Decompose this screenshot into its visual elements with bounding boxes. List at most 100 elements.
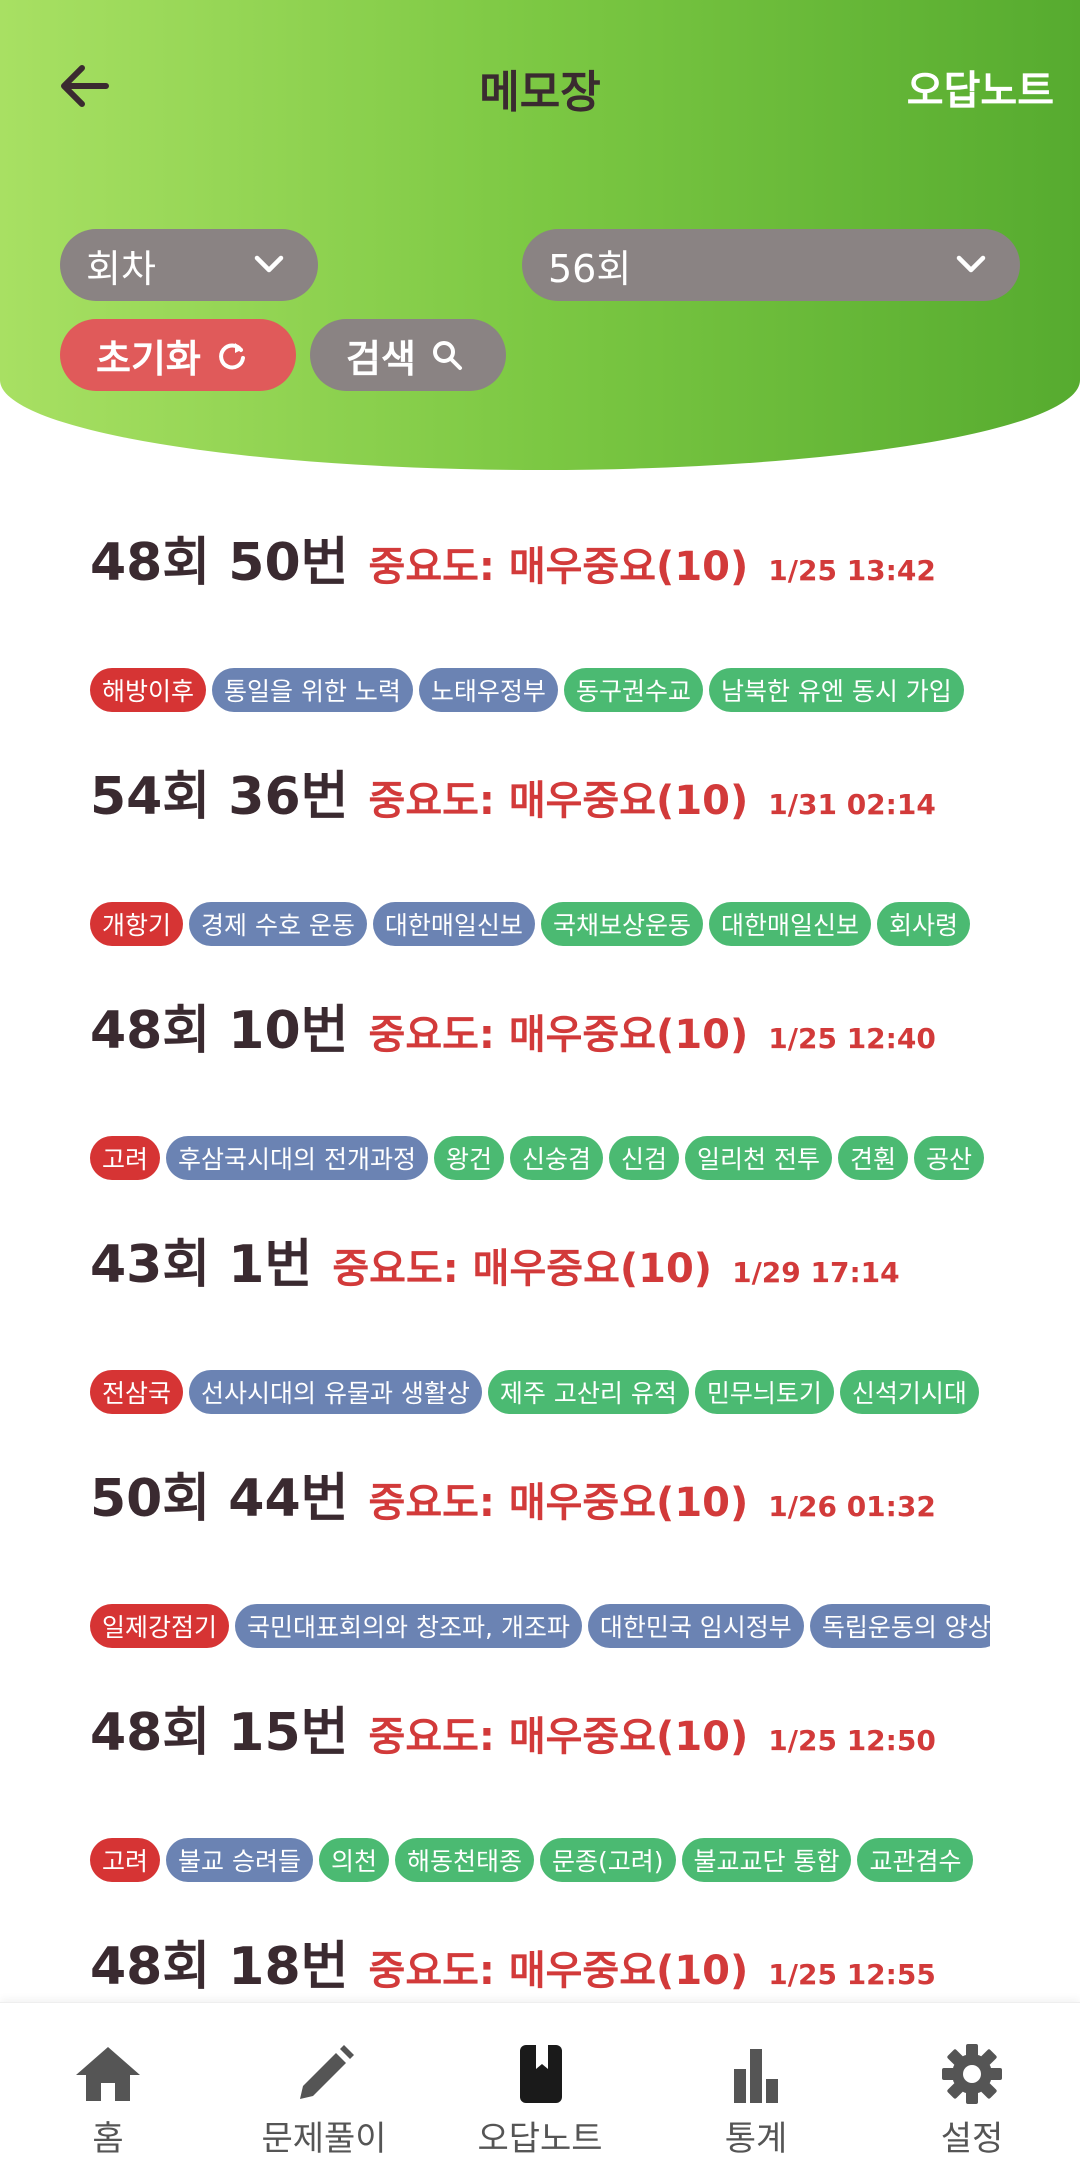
nav-label-problems: 문제풀이	[261, 2119, 387, 2159]
nav-item-problems[interactable]: 문제풀이	[216, 2003, 432, 2174]
question-number: 43회 1번	[90, 1235, 313, 1295]
tag-chip[interactable]: 의천	[318, 1838, 389, 1882]
memo-entry-header: 43회 1번 중요도: 매우중요(10) 1/29 17:14	[90, 1222, 900, 1295]
tag-chip[interactable]: 경제 수호 운동	[189, 902, 367, 946]
tag-chip[interactable]: 통일을 위한 노력	[212, 668, 413, 712]
timestamp: 1/31 02:14	[768, 788, 936, 821]
gear-icon	[942, 2044, 1002, 2104]
search-button-label: 검색	[346, 336, 416, 381]
question-number: 48회 10번	[90, 1001, 349, 1061]
tag-chip[interactable]: 국민대표회의와 창조파, 개조파	[235, 1604, 582, 1648]
home-icon	[76, 2047, 140, 2101]
importance-label: 중요도: 매우중요(10)	[368, 544, 749, 590]
nav-label-stats: 통계	[724, 2119, 788, 2159]
timestamp: 1/25 12:55	[768, 1958, 936, 1991]
bar-chart-icon	[734, 2049, 778, 2103]
tag-chip[interactable]: 일리천 전투	[685, 1136, 832, 1180]
importance-label: 중요도: 매우중요(10)	[368, 1480, 749, 1526]
tag-list: 일제강점기 국민대표회의와 창조파, 개조파 대한민국 임시정부 독립운동의 양상	[90, 1604, 990, 1652]
tag-chip[interactable]: 노태우정부	[418, 668, 558, 712]
tag-list: 해방이후 통일을 위한 노력 노태우정부 동구권수교 남북한 유엔 동시 가입	[90, 668, 990, 716]
tag-list: 개항기 경제 수호 운동 대한매일신보 국채보상운동 대한매일신보 회사령	[90, 902, 990, 950]
memo-entry[interactable]: 43회 1번 중요도: 매우중요(10) 1/29 17:14 전삼국 선사시대의 유물…	[90, 1222, 990, 1456]
tag-chip[interactable]: 해방이후	[90, 668, 207, 712]
tag-chip[interactable]: 개항기	[90, 902, 184, 946]
nav-item-settings[interactable]: 설정	[864, 2003, 1080, 2174]
round-select[interactable]: 회차	[60, 229, 318, 301]
nav-item-wrong-notes[interactable]: 오답노트	[432, 2003, 648, 2174]
tag-list: 고려 불교 승려들 의천 해동천태종 문종(고려) 불교교단 통합 교관겸수	[90, 1838, 990, 1886]
memo-entry[interactable]: 48회 50번 중요도: 매우중요(10) 1/25 13:42 해방이후 통일을 위한…	[90, 520, 990, 754]
tag-chip[interactable]: 신석기시대	[839, 1370, 979, 1414]
question-number: 50회 44번	[90, 1469, 349, 1529]
timestamp: 1/26 01:32	[768, 1490, 936, 1523]
timestamp: 1/25 12:50	[768, 1724, 936, 1757]
tag-chip[interactable]: 교관겸수	[857, 1838, 974, 1882]
tag-chip[interactable]: 선사시대의 유물과 생활상	[189, 1370, 482, 1414]
tag-chip[interactable]: 신검	[609, 1136, 680, 1180]
tag-chip[interactable]: 불교교단 통합	[681, 1838, 852, 1882]
tag-chip[interactable]: 왕건	[433, 1136, 504, 1180]
memo-entry-header: 50회 44번 중요도: 매우중요(10) 1/26 01:32	[90, 1456, 936, 1529]
tag-chip[interactable]: 국채보상운동	[540, 902, 703, 946]
memo-entry-header: 48회 18번 중요도: 매우중요(10) 1/25 12:55	[90, 1924, 936, 1997]
timestamp: 1/25 12:40	[768, 1022, 936, 1055]
tag-chip[interactable]: 동구권수교	[563, 668, 703, 712]
timestamp: 1/29 17:14	[732, 1256, 900, 1289]
memo-entry-header: 48회 50번 중요도: 매우중요(10) 1/25 13:42	[90, 520, 936, 593]
chevron-down-icon	[956, 255, 986, 273]
memo-entry[interactable]: 48회 10번 중요도: 매우중요(10) 1/25 12:40 고려 후삼국시대의 전…	[90, 988, 990, 1222]
tag-list: 고려 후삼국시대의 전개과정 왕건 신숭겸 신검 일리천 전투 견훤 공산	[90, 1136, 990, 1184]
memo-entry-header: 54회 36번 중요도: 매우중요(10) 1/31 02:14	[90, 754, 936, 827]
wrong-note-link[interactable]: 오답노트	[907, 58, 1054, 116]
tag-chip[interactable]: 대한민국 임시정부	[587, 1604, 804, 1648]
tag-chip[interactable]: 공산	[913, 1136, 984, 1180]
importance-label: 중요도: 매우중요(10)	[332, 1246, 713, 1292]
search-button[interactable]: 검색	[310, 319, 506, 391]
reset-button-label: 초기화	[96, 336, 201, 381]
number-select-value: 56회	[548, 246, 632, 291]
tag-chip[interactable]: 문종(고려)	[540, 1838, 676, 1882]
tag-chip[interactable]: 전삼국	[90, 1370, 184, 1414]
tag-chip[interactable]: 민무늬토기	[694, 1370, 834, 1414]
tag-chip[interactable]: 제주 고산리 유적	[487, 1370, 689, 1414]
question-number: 48회 18번	[90, 1937, 349, 1997]
tag-chip[interactable]: 불교 승려들	[166, 1838, 313, 1882]
memo-entry-header: 48회 10번 중요도: 매우중요(10) 1/25 12:40	[90, 988, 936, 1061]
tag-chip[interactable]: 후삼국시대의 전개과정	[166, 1136, 428, 1180]
tag-chip[interactable]: 대한매일신보	[372, 902, 535, 946]
nav-item-stats[interactable]: 통계	[648, 2003, 864, 2174]
bookmark-book-icon	[520, 2045, 562, 2103]
question-number: 48회 50번	[90, 533, 349, 593]
tag-chip[interactable]: 견훤	[837, 1136, 908, 1180]
memo-entry-header: 48회 15번 중요도: 매우중요(10) 1/25 12:50	[90, 1690, 936, 1763]
nav-label-wrong-notes: 오답노트	[477, 2119, 603, 2159]
reset-button[interactable]: 초기화	[60, 319, 296, 391]
refresh-icon	[219, 343, 245, 370]
tag-chip[interactable]: 일제강점기	[90, 1604, 230, 1648]
tag-chip[interactable]: 남북한 유엔 동시 가입	[708, 668, 964, 712]
importance-label: 중요도: 매우중요(10)	[368, 1012, 749, 1058]
nav-label-settings: 설정	[940, 2119, 1004, 2159]
importance-label: 중요도: 매우중요(10)	[368, 1714, 749, 1760]
number-select[interactable]: 56회	[522, 229, 1020, 301]
tag-chip[interactable]: 고려	[90, 1838, 161, 1882]
tag-chip[interactable]: 고려	[90, 1136, 161, 1180]
question-number: 54회 36번	[90, 767, 349, 827]
pencil-icon	[300, 2045, 354, 2099]
importance-label: 중요도: 매우중요(10)	[368, 1948, 749, 1994]
tag-chip[interactable]: 독립운동의 양상	[809, 1604, 990, 1648]
tag-chip[interactable]: 해동천태종	[394, 1838, 534, 1882]
memo-entry[interactable]: 48회 15번 중요도: 매우중요(10) 1/25 12:50 고려 불교 승려들 의천…	[90, 1690, 990, 1924]
tag-list: 전삼국 선사시대의 유물과 생활상 제주 고산리 유적 민무늬토기 신석기시대	[90, 1370, 990, 1418]
chevron-down-icon	[254, 255, 284, 273]
round-select-value: 회차	[86, 246, 156, 291]
nav-item-home[interactable]: 홈	[0, 2003, 216, 2174]
tag-chip[interactable]: 신숭겸	[509, 1136, 603, 1180]
nav-label-home: 홈	[92, 2119, 124, 2159]
tag-chip[interactable]: 회사령	[876, 902, 970, 946]
importance-label: 중요도: 매우중요(10)	[368, 778, 749, 824]
memo-entry[interactable]: 54회 36번 중요도: 매우중요(10) 1/31 02:14 개항기 경제 수호 운…	[90, 754, 990, 988]
memo-entry[interactable]: 50회 44번 중요도: 매우중요(10) 1/26 01:32 일제강점기 국민대표회…	[90, 1456, 990, 1690]
tag-chip[interactable]: 대한매일신보	[708, 902, 871, 946]
